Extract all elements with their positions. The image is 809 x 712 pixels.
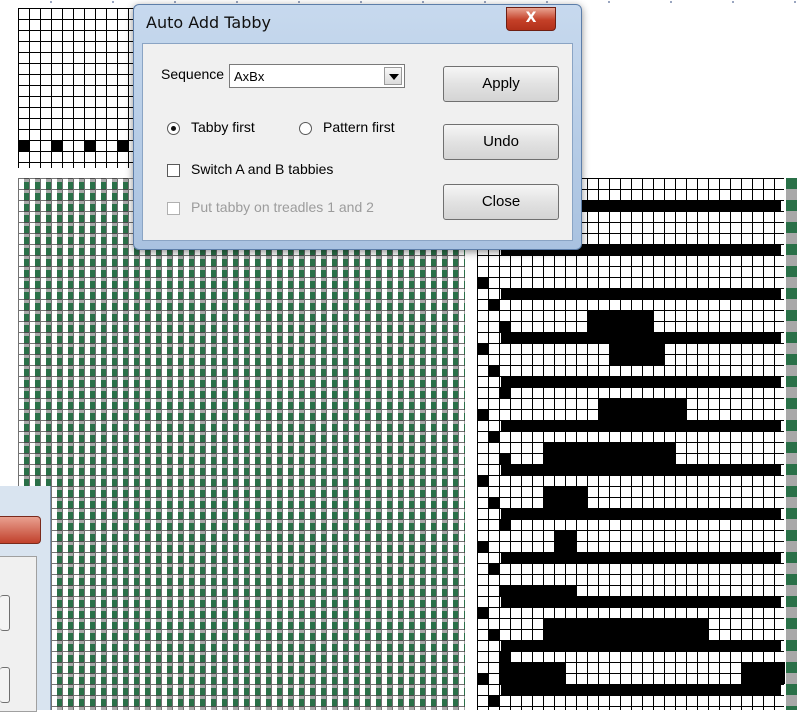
treadling-blob <box>587 310 653 332</box>
tabby-treadles-checkbox[interactable] <box>167 202 180 215</box>
ruler-tick <box>50 1 52 3</box>
apply-button[interactable]: Apply <box>443 66 559 102</box>
tabby-first-radio[interactable] <box>167 122 180 135</box>
treadling-mark <box>477 475 488 486</box>
ruler-tick <box>422 1 424 3</box>
pattern-first-label: Pattern first <box>323 119 395 135</box>
treadling-bar <box>501 332 781 343</box>
treadling-mark <box>477 607 488 618</box>
threading-marks <box>18 140 138 160</box>
treadling-mark <box>488 299 499 310</box>
sequence-select[interactable]: AxBx <box>229 64 405 88</box>
treadling-bar <box>501 684 781 695</box>
ruler-tick <box>236 1 238 3</box>
ruler-tick <box>794 1 796 3</box>
treadling-bar <box>501 552 781 563</box>
threading-mark <box>18 140 29 151</box>
threading-mark <box>117 140 128 151</box>
treadling-mark <box>488 563 499 574</box>
drawdown-grid-lines <box>18 178 465 710</box>
treadling-mark <box>477 343 488 354</box>
background-window-button-2[interactable] <box>0 667 10 703</box>
close-button[interactable]: Close <box>443 184 559 220</box>
treadling-mark <box>488 497 499 508</box>
treadling-blob <box>598 398 686 420</box>
background-window-button-1[interactable] <box>0 595 10 631</box>
dialog-title: Auto Add Tabby <box>146 13 272 32</box>
treadling-mark <box>499 387 510 398</box>
switch-tabbies-checkbox[interactable] <box>167 164 180 177</box>
treadling-mark <box>499 651 510 662</box>
treadling-blob <box>510 585 576 607</box>
treadling-blob <box>741 662 785 684</box>
treadling-mark <box>477 409 488 420</box>
treadling-mark <box>488 629 499 640</box>
treadling-mark <box>477 541 488 552</box>
ruler-tick <box>484 1 486 3</box>
treadling-mark <box>499 321 510 332</box>
chevron-down-icon[interactable] <box>384 67 402 85</box>
treadling-bar <box>501 464 781 475</box>
treadling-mark <box>477 277 488 288</box>
threading-mark <box>84 140 95 151</box>
auto-add-tabby-dialog: Auto Add Tabby X Sequence AxBx Apply Und… <box>133 4 582 250</box>
threading-mark <box>51 140 62 151</box>
sequence-label: Sequence <box>161 66 225 82</box>
background-window <box>0 486 51 712</box>
dialog-client-area: Sequence AxBx Apply Undo Close Tabby fir… <box>142 43 573 241</box>
treadling-mark <box>488 431 499 442</box>
ruler-tick <box>112 1 114 3</box>
ruler-tick <box>360 1 362 3</box>
treadling-mark <box>499 519 510 530</box>
ruler-tick <box>608 1 610 3</box>
ruler-tick <box>546 1 548 3</box>
treadling-blob <box>543 442 675 464</box>
treadling-blob <box>543 618 708 640</box>
treadling-mark <box>499 453 510 464</box>
switch-tabbies-label: Switch A and B tabbies <box>191 161 334 177</box>
undo-button[interactable]: Undo <box>443 124 559 160</box>
treadling-bar <box>501 376 781 387</box>
treadling-bar <box>501 640 781 651</box>
ruler-tick <box>732 1 734 3</box>
treadling-mark <box>477 673 488 684</box>
ruler-tick <box>174 1 176 3</box>
treadling-blob <box>554 530 576 563</box>
tabby-treadles-label: Put tabby on treadles 1 and 2 <box>191 199 374 215</box>
treadling-bar <box>501 420 781 431</box>
sequence-value: AxBx <box>234 69 265 84</box>
treadling-bar <box>501 288 781 299</box>
treadling-mark <box>488 695 499 706</box>
treadling-mark <box>488 365 499 376</box>
treadling-blob <box>609 343 664 365</box>
background-window-close-button[interactable] <box>0 516 41 544</box>
ruler-tick <box>670 1 672 3</box>
ruler-tick <box>298 1 300 3</box>
treadling-mark <box>499 585 510 596</box>
tabby-first-label: Tabby first <box>191 119 255 135</box>
background-window-body <box>0 556 37 712</box>
treadling-blob <box>499 662 565 684</box>
weft-color-strip[interactable] <box>786 178 797 710</box>
treadling-bar <box>501 508 781 519</box>
treadling-grid[interactable] <box>477 178 785 710</box>
close-icon[interactable]: X <box>506 7 556 31</box>
pattern-first-radio[interactable] <box>299 122 312 135</box>
treadling-blob <box>543 486 587 508</box>
